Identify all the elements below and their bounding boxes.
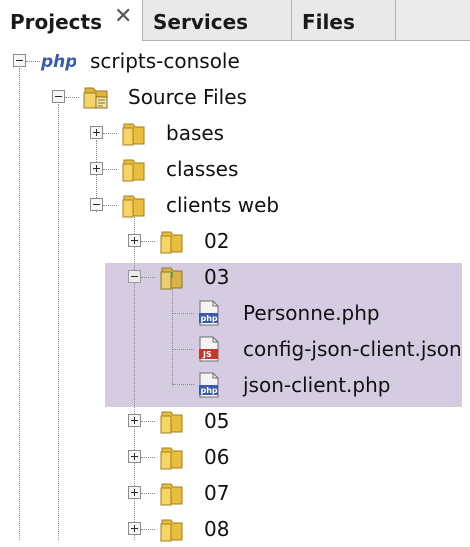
folder-icon <box>160 447 183 470</box>
tree-node-folder[interactable]: classes <box>0 151 470 187</box>
folder-label: 03 <box>204 265 230 289</box>
json-file-icon: JS <box>199 336 219 362</box>
folder-icon <box>160 519 183 542</box>
open-folder-icon <box>160 267 183 290</box>
expand-icon[interactable] <box>128 450 141 463</box>
collapse-icon[interactable] <box>90 198 103 211</box>
close-icon[interactable]: ✕ <box>114 6 132 28</box>
folder-label: 07 <box>204 481 230 505</box>
tab-services-label: Services <box>153 10 249 34</box>
collapse-icon[interactable] <box>128 270 141 283</box>
php-badge: php <box>201 386 218 395</box>
source-files-label: Source Files <box>128 85 247 109</box>
folder-label: 05 <box>204 409 230 433</box>
tree-node-file[interactable]: php Personne.php <box>0 295 470 331</box>
folder-label: bases <box>166 121 225 145</box>
folder-icon <box>160 483 183 506</box>
tab-services[interactable]: Services <box>143 0 292 40</box>
tree-node-file[interactable]: JS config-json-client.json <box>0 331 470 367</box>
folder-label: 06 <box>204 445 230 469</box>
folder-icon <box>160 411 183 434</box>
tree-node-folder[interactable]: bases <box>0 115 470 151</box>
tree-node-project[interactable]: php scripts-console <box>0 43 470 79</box>
folder-label: 02 <box>204 229 230 253</box>
collapse-icon[interactable] <box>52 90 65 103</box>
tree-node-folder-selected[interactable]: 03 <box>0 259 470 295</box>
folder-icon <box>160 231 183 254</box>
expand-icon[interactable] <box>90 126 103 139</box>
folder-label: 08 <box>204 517 230 541</box>
expand-icon[interactable] <box>128 486 141 499</box>
folder-label: classes <box>166 157 239 181</box>
folder-icon <box>122 123 145 146</box>
php-file-icon: php <box>199 372 219 398</box>
file-label: json-client.php <box>243 373 391 397</box>
tree-node-folder[interactable]: 06 <box>0 439 470 475</box>
tree-node-folder[interactable]: 05 <box>0 403 470 439</box>
tree-node-folder[interactable]: 07 <box>0 475 470 511</box>
php-project-icon: php <box>40 52 76 72</box>
tree-node-folder[interactable]: clients web <box>0 187 470 223</box>
php-badge: php <box>201 314 218 323</box>
tab-projects[interactable]: Projects ✕ <box>0 0 143 41</box>
php-file-icon: php <box>199 300 219 326</box>
tab-projects-label: Projects <box>10 10 103 34</box>
json-badge: JS <box>202 350 212 359</box>
expand-icon[interactable] <box>128 234 141 247</box>
php-project-icon-text: php <box>40 52 76 72</box>
tab-bar: Projects ✕ Services Files <box>0 0 470 41</box>
tree-node-source-files[interactable]: Source Files <box>0 79 470 115</box>
tree-node-folder[interactable]: 02 <box>0 223 470 259</box>
project-name: scripts-console <box>90 49 240 73</box>
tab-files[interactable]: Files <box>292 0 396 40</box>
file-label: Personne.php <box>243 301 380 325</box>
collapse-icon[interactable] <box>13 54 26 67</box>
file-label: config-json-client.json <box>243 337 462 361</box>
expand-icon[interactable] <box>128 414 141 427</box>
tree-node-folder[interactable]: 08 <box>0 511 470 547</box>
folder-label: clients web <box>166 193 280 217</box>
expand-icon[interactable] <box>90 162 103 175</box>
open-folder-icon <box>122 195 145 218</box>
source-package-icon <box>83 87 108 109</box>
tree-node-file[interactable]: php json-client.php <box>0 367 470 403</box>
project-tree[interactable]: php scripts-console Source Files bases c… <box>0 41 470 542</box>
folder-icon <box>122 159 145 182</box>
expand-icon[interactable] <box>128 522 141 535</box>
tab-files-label: Files <box>302 10 355 34</box>
